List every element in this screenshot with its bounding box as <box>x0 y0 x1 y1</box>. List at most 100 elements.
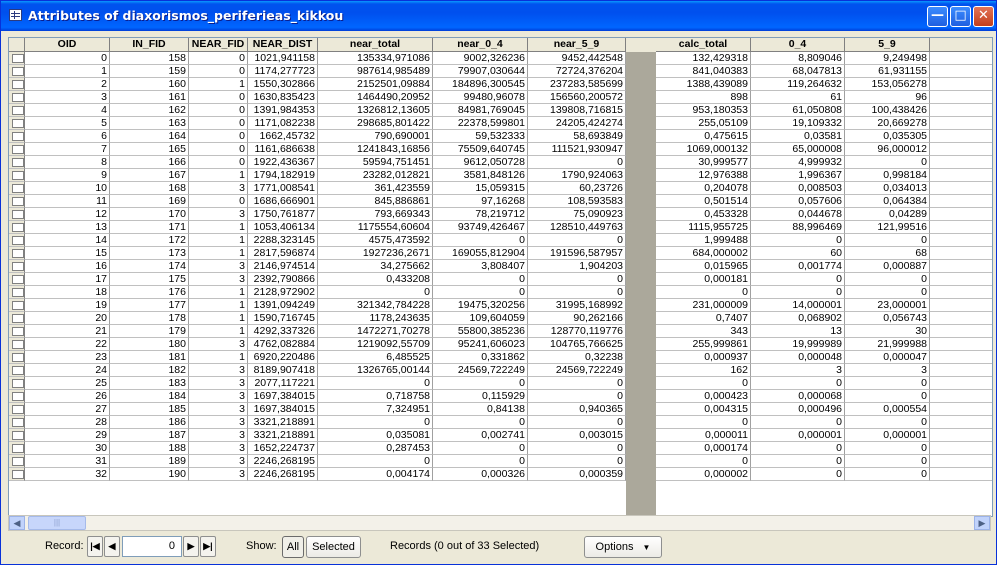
cell-c0-4[interactable]: 60 <box>751 247 845 260</box>
cell-near-dist[interactable]: 1630,835423 <box>248 91 318 104</box>
cell-near-5-9[interactable]: 139808,716815 <box>528 104 626 117</box>
cell-near-total[interactable]: 2152501,09884 <box>318 78 433 91</box>
cell-oid[interactable]: 5 <box>25 117 110 130</box>
cell-near-0-4[interactable]: 0 <box>433 286 528 299</box>
row-selector[interactable] <box>9 416 25 429</box>
cell-calc-total[interactable]: 953,180353 <box>656 104 751 117</box>
cell-near-total[interactable]: 1927236,2671 <box>318 247 433 260</box>
scroll-thumb[interactable]: ||| <box>28 516 86 530</box>
cell-near-0-4[interactable]: 59,532333 <box>433 130 528 143</box>
cell-near-dist[interactable]: 3321,218891 <box>248 429 318 442</box>
cell-c5-9[interactable]: 0,000047 <box>845 351 930 364</box>
table-row[interactable]: 23 181 1 6920,220486 6,485525 0,331862 0,32238… <box>9 351 992 364</box>
cell-near-total[interactable]: 1472271,70278 <box>318 325 433 338</box>
cell-calc-total[interactable]: 0 <box>656 377 751 390</box>
cell-c5-9[interactable]: 0 <box>845 286 930 299</box>
cell-near-dist[interactable]: 1652,224737 <box>248 442 318 455</box>
table-row[interactable]: 9 167 1 1794,182919 23282,012821 3581,848126 1… <box>9 169 992 182</box>
cell-c5-9[interactable]: 0 <box>845 234 930 247</box>
cell-calc-total[interactable]: 0,004315 <box>656 403 751 416</box>
cell-c0-4[interactable]: 0,044678 <box>751 208 845 221</box>
show-all-button[interactable]: All <box>282 536 304 558</box>
cell-near-5-9[interactable]: 0 <box>528 234 626 247</box>
table-row[interactable]: 31 189 3 2246,268195 0 0 0 0 0 0 <box>9 455 992 468</box>
table-row[interactable]: 0 158 0 1021,941158 135334,971086 9002,326236… <box>9 52 992 65</box>
cell-calc-total[interactable]: 0,7407 <box>656 312 751 325</box>
cell-near-fid[interactable]: 1 <box>189 234 248 247</box>
cell-near-fid[interactable]: 3 <box>189 260 248 273</box>
cell-near-0-4[interactable]: 3,808407 <box>433 260 528 273</box>
cell-near-fid[interactable]: 3 <box>189 338 248 351</box>
cell-c0-4[interactable]: 68,047813 <box>751 65 845 78</box>
maximize-button[interactable]: □ <box>950 6 971 27</box>
column-header-near-fid[interactable]: NEAR_FID <box>189 38 248 52</box>
scroll-left-button[interactable]: ◀ <box>9 516 25 530</box>
cell-near-total[interactable]: 0 <box>318 286 433 299</box>
cell-c5-9[interactable]: 0,04289 <box>845 208 930 221</box>
cell-near-5-9[interactable]: 0 <box>528 390 626 403</box>
row-selector[interactable] <box>9 182 25 195</box>
cell-in-fid[interactable]: 185 <box>110 403 189 416</box>
cell-near-0-4[interactable]: 99480,96078 <box>433 91 528 104</box>
cell-calc-total[interactable]: 1,999488 <box>656 234 751 247</box>
row-selector[interactable] <box>9 299 25 312</box>
cell-near-0-4[interactable]: 97,16268 <box>433 195 528 208</box>
cell-near-0-4[interactable]: 15,059315 <box>433 182 528 195</box>
cell-in-fid[interactable]: 166 <box>110 156 189 169</box>
cell-near-total[interactable]: 59594,751451 <box>318 156 433 169</box>
cell-in-fid[interactable]: 176 <box>110 286 189 299</box>
table-row[interactable]: 17 175 3 2392,790866 0,433208 0 0 0,000181 0 0 <box>9 273 992 286</box>
cell-near-0-4[interactable]: 79907,030644 <box>433 65 528 78</box>
cell-near-total[interactable]: 0 <box>318 377 433 390</box>
cell-calc-total[interactable]: 0,501514 <box>656 195 751 208</box>
cell-near-5-9[interactable]: 0,003015 <box>528 429 626 442</box>
cell-c5-9[interactable]: 100,438426 <box>845 104 930 117</box>
column-header-in-fid[interactable]: IN_FID <box>110 38 189 52</box>
cell-near-5-9[interactable]: 9452,442548 <box>528 52 626 65</box>
cell-c0-4[interactable]: 61,050808 <box>751 104 845 117</box>
cell-oid[interactable]: 23 <box>25 351 110 364</box>
cell-near-fid[interactable]: 0 <box>189 52 248 65</box>
row-selector[interactable] <box>9 325 25 338</box>
cell-near-dist[interactable]: 2288,323145 <box>248 234 318 247</box>
cell-near-dist[interactable]: 4762,082884 <box>248 338 318 351</box>
row-selector[interactable] <box>9 468 25 481</box>
scroll-right-button[interactable]: ▶ <box>974 516 990 530</box>
cell-near-5-9[interactable]: 108,593583 <box>528 195 626 208</box>
cell-calc-total[interactable]: 1069,000132 <box>656 143 751 156</box>
column-header-near-0-4[interactable]: near_0_4 <box>433 38 528 52</box>
row-selector[interactable] <box>9 390 25 403</box>
row-selector[interactable] <box>9 130 25 143</box>
cell-c0-4[interactable]: 0,008503 <box>751 182 845 195</box>
row-selector[interactable] <box>9 364 25 377</box>
cell-c0-4[interactable]: 0 <box>751 273 845 286</box>
row-selector[interactable] <box>9 273 25 286</box>
cell-oid[interactable]: 27 <box>25 403 110 416</box>
cell-c5-9[interactable]: 0 <box>845 390 930 403</box>
row-selector[interactable] <box>9 169 25 182</box>
table-row[interactable]: 20 178 1 1590,716745 1178,243635 109,604059 90… <box>9 312 992 325</box>
cell-near-dist[interactable]: 2246,268195 <box>248 468 318 481</box>
cell-near-0-4[interactable]: 0 <box>433 455 528 468</box>
cell-oid[interactable]: 28 <box>25 416 110 429</box>
cell-in-fid[interactable]: 184 <box>110 390 189 403</box>
cell-near-5-9[interactable]: 72724,376204 <box>528 65 626 78</box>
next-record-button[interactable]: ▶ <box>183 536 199 557</box>
table-row[interactable]: 3 161 0 1630,835423 1464490,20952 99480,96078… <box>9 91 992 104</box>
cell-c0-4[interactable]: 13 <box>751 325 845 338</box>
cell-near-fid[interactable]: 3 <box>189 403 248 416</box>
cell-near-fid[interactable]: 1 <box>189 221 248 234</box>
cell-near-total[interactable]: 298685,801422 <box>318 117 433 130</box>
cell-c5-9[interactable]: 0,064384 <box>845 195 930 208</box>
record-input[interactable]: 0 <box>122 536 182 557</box>
column-header-near-dist[interactable]: NEAR_DIST <box>248 38 318 52</box>
cell-near-fid[interactable]: 1 <box>189 247 248 260</box>
cell-near-5-9[interactable]: 1,904203 <box>528 260 626 273</box>
cell-near-5-9[interactable]: 128510,449763 <box>528 221 626 234</box>
first-record-button[interactable]: |◀ <box>87 536 103 557</box>
cell-near-0-4[interactable]: 3581,848126 <box>433 169 528 182</box>
cell-c5-9[interactable]: 68 <box>845 247 930 260</box>
table-row[interactable]: 6 164 0 1662,45732 790,690001 59,532333 58,693… <box>9 130 992 143</box>
cell-near-fid[interactable]: 1 <box>189 286 248 299</box>
cell-near-5-9[interactable]: 111521,930947 <box>528 143 626 156</box>
